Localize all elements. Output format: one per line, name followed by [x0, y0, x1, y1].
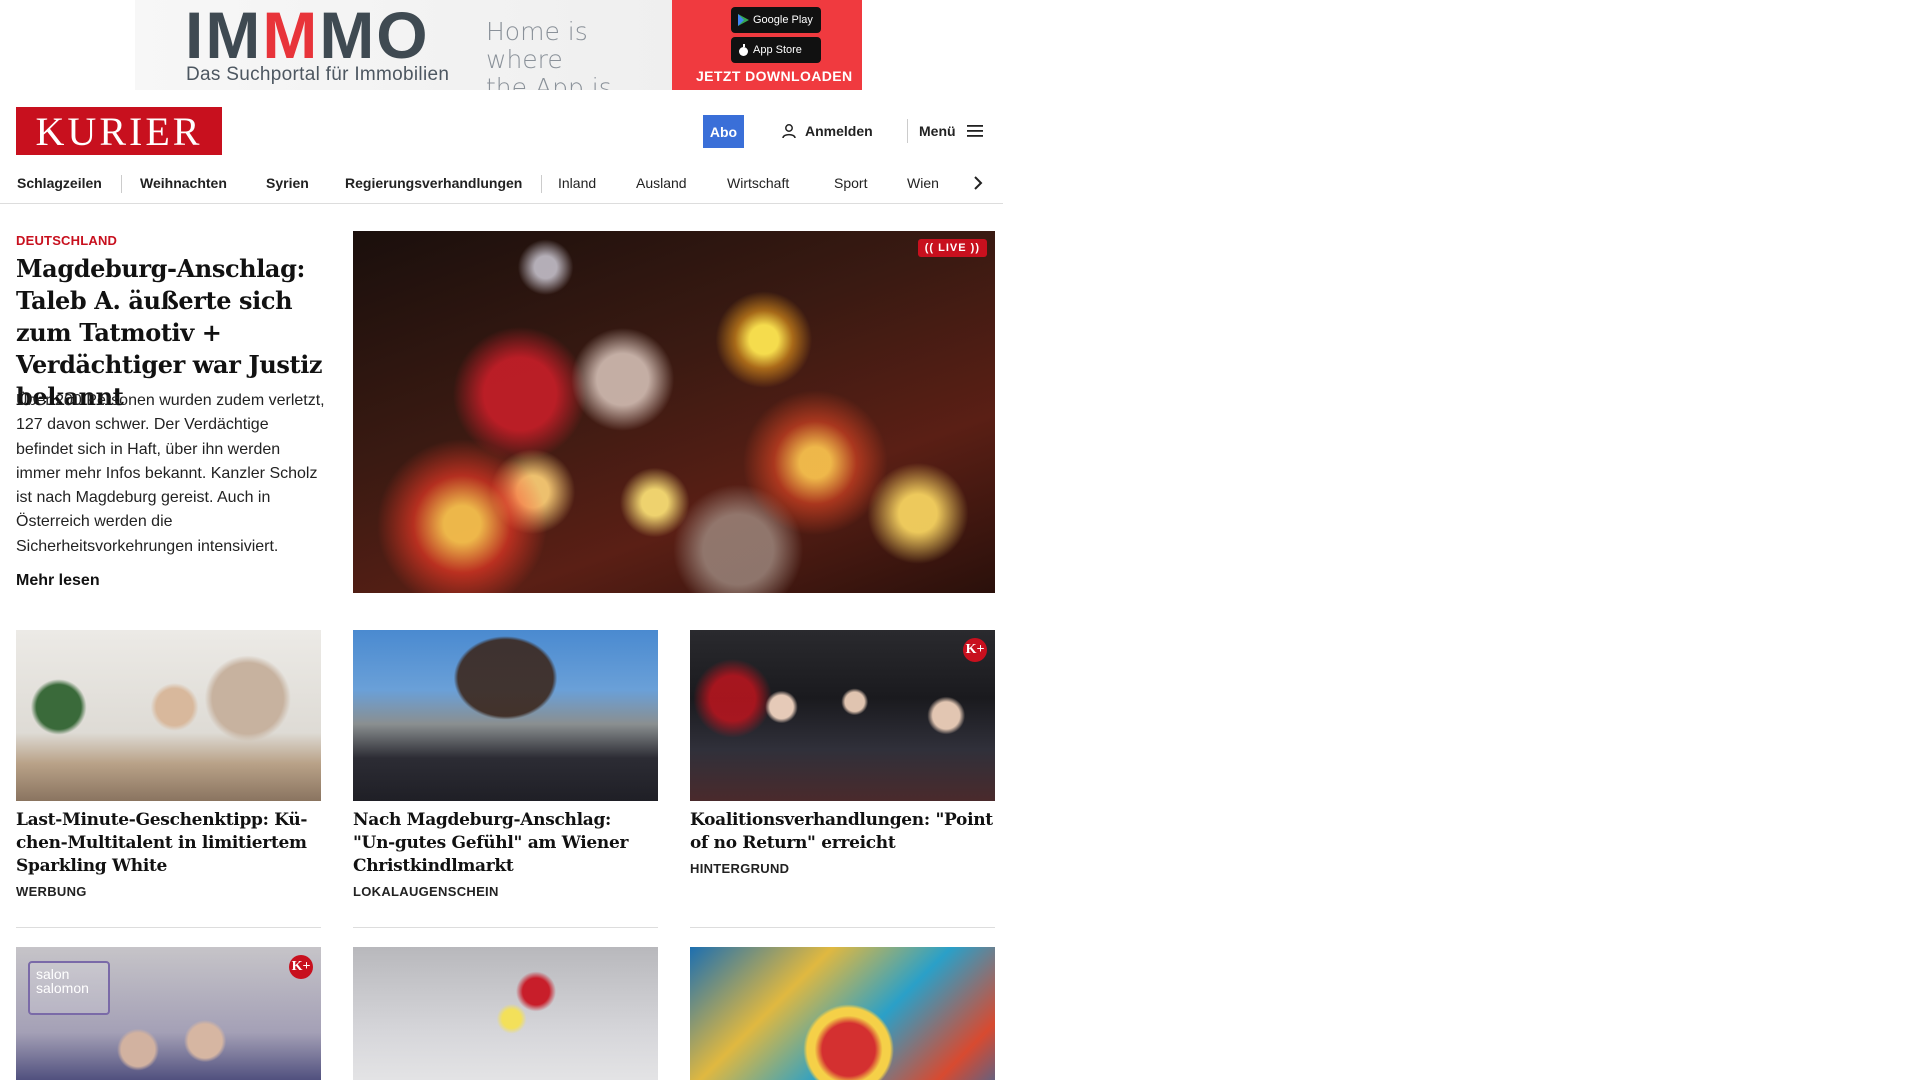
hamburger-icon — [966, 125, 983, 137]
nav-item-regierungsverhandlungen[interactable]: Regierungsverhandlungen — [345, 163, 522, 203]
ad-right-panel: Google Play App Store JETZT DOWNLOADEN — [672, 0, 862, 90]
lead-image[interactable]: (( LIVE )) — [353, 231, 995, 593]
section-nav: Schlagzeilen Weihnachten Syrien Regierun… — [0, 163, 1003, 204]
article-tag: WERBUNG — [16, 884, 87, 899]
article-image[interactable] — [16, 630, 321, 801]
article-tag: HINTERGRUND — [690, 861, 790, 876]
menu-label: Menü — [919, 123, 956, 139]
nav-item-weihnachten[interactable]: Weihnachten — [140, 163, 227, 203]
kplus-badge: K+ — [289, 955, 313, 979]
menu-button[interactable]: Menü — [919, 120, 984, 142]
nav-item-wien[interactable]: Wien — [907, 163, 939, 203]
article-image[interactable] — [353, 630, 658, 801]
card-divider — [690, 927, 995, 928]
article-title[interactable]: Nach Magdeburg-Anschlag: "Un-gutes Gefüh… — [353, 809, 658, 878]
lead-kicker: DEUTSCHLAND — [16, 233, 118, 248]
read-more-link[interactable]: Mehr lesen — [16, 572, 100, 590]
login-label: Anmelden — [805, 123, 873, 139]
nav-divider — [121, 175, 122, 193]
article-title[interactable]: Last-Minute-Geschenktipp: Kü-chen-Multit… — [16, 809, 321, 878]
article-image[interactable] — [690, 947, 995, 1080]
nav-item-schlagzeilen[interactable]: Schlagzeilen — [17, 163, 102, 203]
nav-item-syrien[interactable]: Syrien — [266, 163, 309, 203]
card-divider — [16, 927, 321, 928]
user-icon — [782, 124, 796, 139]
article-card[interactable] — [690, 947, 995, 1080]
nav-item-ausland[interactable]: Ausland — [636, 163, 687, 203]
ad-slogan: Home is where the App is. — [486, 17, 620, 91]
login-button[interactable]: Anmelden — [781, 120, 873, 142]
google-play-icon — [738, 14, 749, 26]
article-card[interactable] — [353, 947, 658, 1080]
article-card[interactable]: Last-Minute-Geschenktipp: Kü-chen-Multit… — [16, 630, 321, 899]
lead-teaser: Über 200 Personen wurden zudem verletzt,… — [16, 392, 325, 555]
ad-download-cta[interactable]: JETZT DOWNLOADEN — [696, 68, 853, 84]
article-card[interactable]: Nach Magdeburg-Anschlag: "Un-gutes Gefüh… — [353, 630, 658, 899]
article-tag: LOKALAUGENSCHEIN — [353, 884, 499, 899]
apple-icon — [739, 44, 748, 56]
article-image[interactable]: K+ — [690, 630, 995, 801]
kplus-badge: K+ — [963, 638, 987, 662]
article-card[interactable]: salon salomon K+ — [16, 947, 321, 1080]
ad-logo: IMMMO — [185, 0, 430, 72]
ad-banner[interactable]: IMMMO Das Suchportal für Immobilien Home… — [135, 0, 862, 90]
kurier-logo[interactable]: KURIER — [16, 107, 222, 155]
salon-salomon-logo: salon salomon — [28, 961, 110, 1015]
header-divider — [907, 119, 908, 143]
article-title[interactable]: Koalitionsverhandlungen: "Point of no Re… — [690, 809, 995, 855]
live-badge: (( LIVE )) — [917, 239, 987, 257]
abo-button[interactable]: Abo — [703, 115, 744, 148]
nav-divider — [541, 175, 542, 193]
nav-item-inland[interactable]: Inland — [558, 163, 596, 203]
app-store-button[interactable]: App Store — [731, 37, 821, 63]
card-divider — [353, 927, 658, 928]
nav-item-sport[interactable]: Sport — [834, 163, 867, 203]
ad-left-panel: IMMMO Das Suchportal für Immobilien Home… — [135, 0, 672, 90]
ad-subline: Das Suchportal für Immobilien — [186, 64, 450, 85]
article-image[interactable] — [353, 947, 658, 1080]
google-play-button[interactable]: Google Play — [731, 7, 821, 33]
article-image[interactable]: salon salomon K+ — [16, 947, 321, 1080]
article-card[interactable]: K+ Koalitionsverhandlungen: "Point of no… — [690, 630, 995, 876]
chevron-right-icon[interactable] — [967, 172, 989, 194]
nav-item-wirtschaft[interactable]: Wirtschaft — [727, 163, 789, 203]
